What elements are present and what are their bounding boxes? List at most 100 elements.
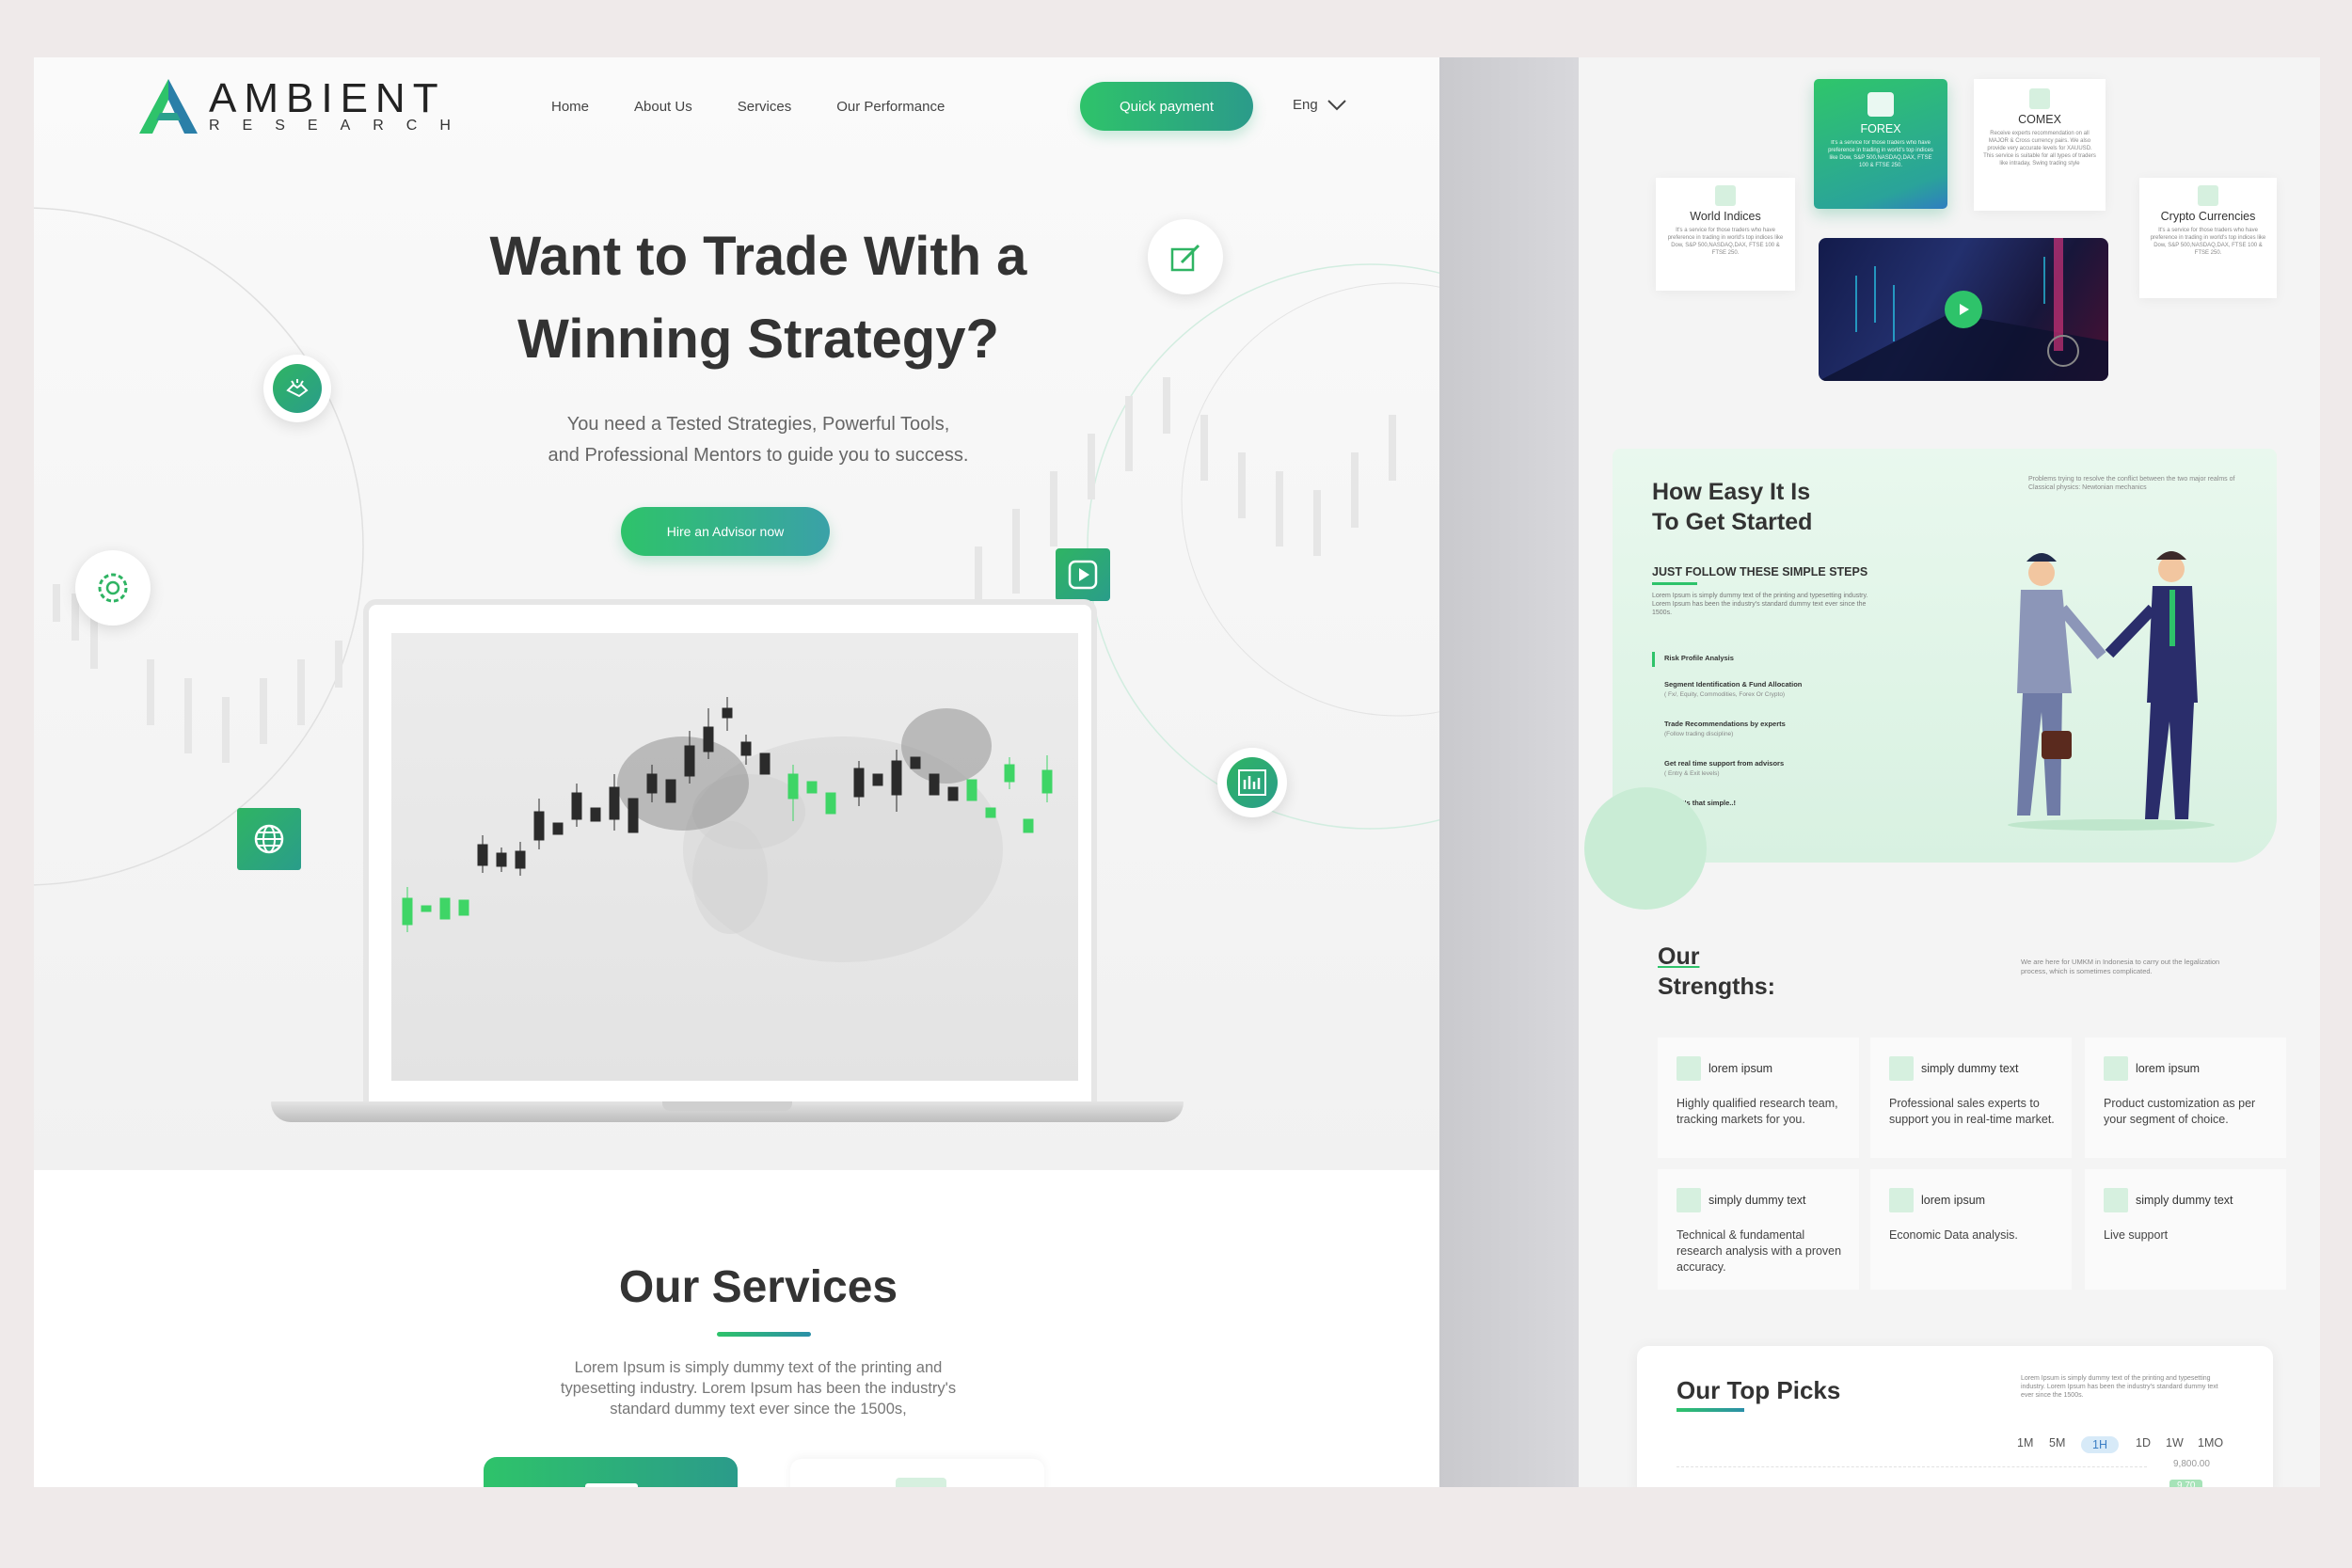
strength-card: simply dummy text Professional sales exp…	[1870, 1037, 2072, 1158]
play-button[interactable]	[1945, 291, 1982, 328]
step-title: Segment Identification & Fund Allocation	[1664, 680, 1803, 689]
comex-description: Receive experts recommendation on all MA…	[1983, 131, 2096, 166]
play-icon-tile	[1056, 548, 1110, 601]
nav-services[interactable]: Services	[738, 99, 792, 115]
strength-icon	[1677, 1188, 1701, 1212]
crypto-description: It's a service for those traders who hav…	[2150, 228, 2266, 256]
candlestick-chart-illustration	[402, 697, 1053, 962]
bar-chart-icon	[1227, 757, 1278, 808]
getting-started-section: How Easy It Is To Get Started Problems t…	[1584, 449, 2277, 910]
timeframe-1m[interactable]: 1M	[2017, 1436, 2033, 1449]
timeframe-1mo[interactable]: 1MO	[2198, 1436, 2223, 1449]
step-item: Segment Identification & Fund Allocation…	[1664, 680, 1802, 698]
hero-title-line2: Winning Strategy?	[517, 309, 999, 370]
steps-intro: Lorem Ipsum is simply dummy text of the …	[1652, 593, 1868, 616]
strength-card: lorem ipsum Highly qualified research te…	[1658, 1037, 1859, 1158]
crypto-card[interactable]: Crypto Currencies It's a service for tho…	[2139, 178, 2277, 298]
handshake-illustration	[2008, 551, 2215, 831]
world-indices-icon	[1715, 185, 1736, 206]
strength-icon	[1889, 1188, 1914, 1212]
world-indices-card[interactable]: World Indices It's a service for those t…	[1656, 178, 1795, 291]
world-indices-title: World Indices	[1690, 210, 1761, 223]
world-indices-description: It's a service for those traders who hav…	[1667, 228, 1784, 256]
crypto-icon	[2198, 185, 2218, 206]
strength-text: Professional sales experts to support yo…	[1889, 1097, 2055, 1126]
strength-icon	[2104, 1188, 2128, 1212]
hero-title-line1: Want to Trade With a	[489, 226, 1027, 287]
language-selector[interactable]: Eng	[1293, 97, 1346, 113]
steps-heading: JUST FOLLOW THESE SIMPLE STEPS	[1652, 565, 1868, 578]
main-navigation: Home About Us Services Our Performance	[551, 99, 945, 115]
edit-icon-bubble	[1148, 219, 1223, 294]
getting-started-description: Problems trying to resolve the conflict …	[2028, 476, 2235, 491]
strength-card: simply dummy text Technical & fundamenta…	[1658, 1169, 1859, 1290]
forex-description: It's a service for those traders who hav…	[1828, 140, 1933, 168]
strength-icon	[2104, 1056, 2128, 1081]
strength-text: Highly qualified research team, tracking…	[1677, 1097, 1838, 1126]
logo-mark-icon	[139, 79, 198, 134]
step-item: Get real time support from advisors ( Ent…	[1664, 759, 1784, 777]
timeframe-1h[interactable]: 1H	[2081, 1436, 2119, 1453]
mockup-divider	[1439, 57, 1579, 1487]
strength-label: simply dummy text	[1921, 1062, 2019, 1075]
strength-card: simply dummy text Live support	[2085, 1169, 2286, 1290]
brand-logo[interactable]: AMBIENT RESEARCH	[139, 78, 473, 135]
step-subtitle: ( Fx/, Equity, Commodities, Forex Or Cry…	[1664, 691, 1786, 698]
hire-advisor-button[interactable]: Hire an Advisor now	[621, 507, 830, 556]
step-title: Trade Recommendations by experts	[1664, 720, 1786, 728]
strength-icon	[1677, 1056, 1701, 1081]
handshake-icon-bubble	[263, 355, 331, 422]
strengths-title-line1: Our	[1658, 943, 1700, 970]
nav-about-us[interactable]: About Us	[634, 99, 692, 115]
crypto-title: Crypto Currencies	[2160, 210, 2256, 223]
step-subtitle: (Follow trading discipline)	[1664, 731, 1734, 737]
strength-text: Economic Data analysis.	[1889, 1228, 2018, 1242]
quick-payment-button[interactable]: Quick payment	[1080, 82, 1253, 131]
strength-text: Product customization as per your segmen…	[2104, 1097, 2256, 1126]
timeframe-1w[interactable]: 1W	[2166, 1436, 2184, 1449]
strength-card: lorem ipsum Economic Data analysis.	[1870, 1169, 2072, 1290]
services-description: Lorem Ipsum is simply dummy text of the …	[560, 1359, 957, 1418]
step-title: Risk Profile Analysis	[1664, 654, 1734, 662]
strengths-description: We are here for UMKM in Indonesia to car…	[2021, 958, 2220, 975]
comex-card[interactable]: COMEX Receive experts recommendation on …	[1974, 79, 2106, 211]
hero-subtitle-line2: and Professional Mentors to guide you to…	[548, 445, 969, 466]
strength-label: lorem ipsum	[1708, 1062, 1773, 1075]
nav-our-performance[interactable]: Our Performance	[836, 99, 945, 115]
strength-card: lorem ipsum Product customization as per…	[2085, 1037, 2286, 1158]
chart-gridline	[1677, 1466, 2147, 1467]
top-picks-title: Our Top Picks	[1677, 1376, 1841, 1404]
nav-home[interactable]: Home	[551, 99, 589, 115]
step-title: Get real time support from advisors	[1664, 759, 1785, 768]
play-icon	[1068, 560, 1098, 590]
comex-icon	[2029, 88, 2050, 109]
globe-icon	[254, 824, 284, 854]
strength-text: Technical & fundamental research analysi…	[1677, 1228, 1842, 1274]
services-title-underline	[717, 1332, 811, 1337]
service-card-active[interactable]	[484, 1457, 738, 1487]
service-card[interactable]	[790, 1459, 1044, 1487]
getting-started-title-line2: To Get Started	[1652, 509, 1813, 535]
strength-label: simply dummy text	[2136, 1194, 2233, 1207]
forex-title: FOREX	[1860, 122, 1901, 135]
timeframe-1d[interactable]: 1D	[2136, 1436, 2151, 1449]
gear-icon	[89, 564, 136, 611]
step-item: Trade Recommendations by experts (Follow …	[1664, 720, 1786, 737]
service-card-icon	[585, 1483, 638, 1487]
brand-name: AMBIENT	[209, 75, 446, 121]
strength-label: simply dummy text	[1708, 1194, 1806, 1207]
steps-heading-underline	[1652, 582, 1697, 585]
forex-card[interactable]: FOREX It's a service for those traders w…	[1814, 79, 1947, 209]
laptop-mockup	[363, 599, 1097, 1107]
top-picks-description: Lorem Ipsum is simply dummy text of the …	[2021, 1375, 2218, 1399]
timeframe-5m[interactable]: 5M	[2049, 1436, 2065, 1449]
current-price-tag: 9.70	[2169, 1480, 2203, 1487]
video-thumbnail[interactable]	[1819, 238, 2108, 381]
strength-label: lorem ipsum	[1921, 1194, 1986, 1207]
strengths-title: Our Strengths:	[1658, 942, 1775, 1002]
step-item: Risk Profile Analysis	[1664, 654, 1734, 662]
language-label: Eng	[1293, 97, 1318, 113]
getting-started-title-line1: How Easy It Is	[1652, 479, 1811, 505]
chart-icon-bubble	[1217, 748, 1287, 817]
landing-page-detail-section: FOREX It's a service for those traders w…	[1579, 57, 2320, 1487]
